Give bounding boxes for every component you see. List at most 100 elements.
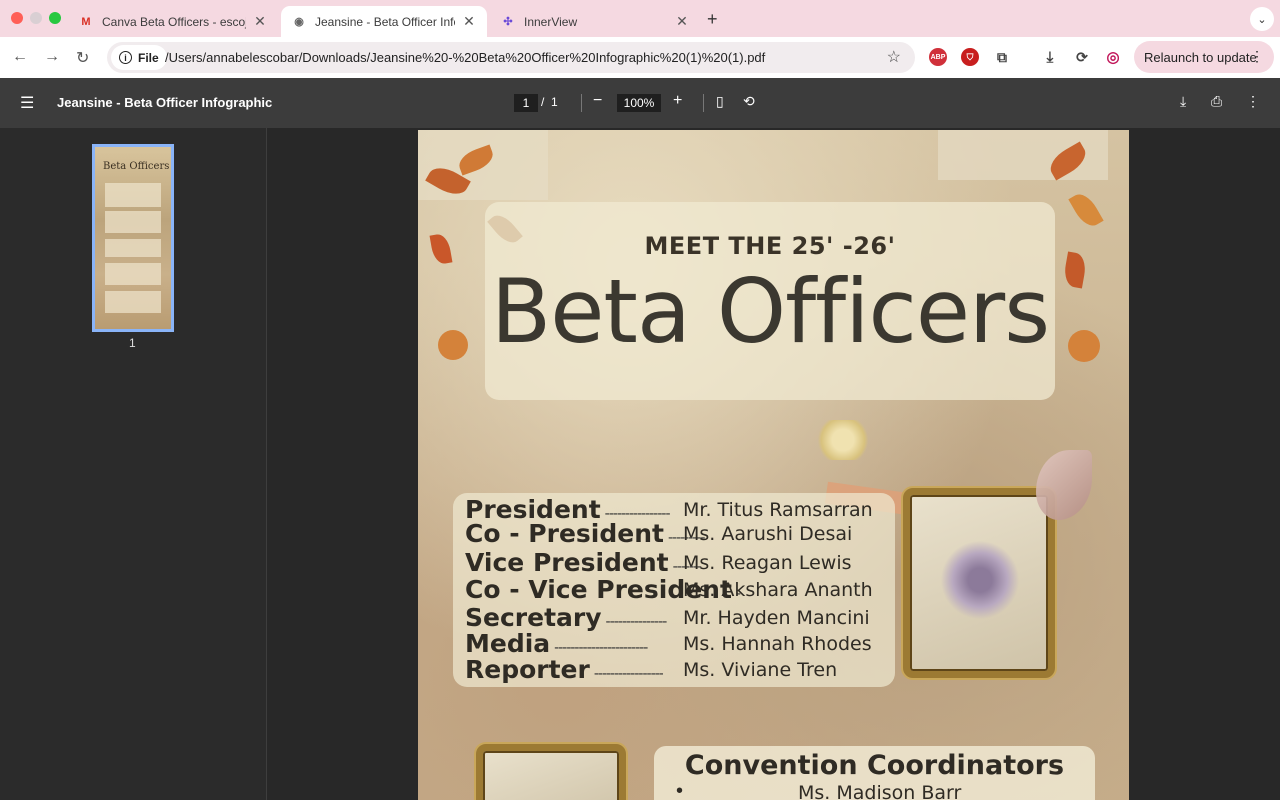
framed-botanical-illustration: [903, 488, 1055, 678]
dash-leader: ---------------: [605, 614, 668, 630]
pdf-title: Jeansine - Beta Officer Infographic: [57, 95, 273, 110]
officer-name: Ms. Akshara Ananth: [683, 579, 873, 601]
butterfly-decoration: [1036, 450, 1092, 520]
lilac-flower-image: [940, 535, 1020, 625]
address-bar[interactable]: i File /Users/annabelescobar/Downloads/J…: [107, 42, 915, 73]
back-button[interactable]: ←: [12, 48, 28, 66]
page-thumbnail[interactable]: Beta Officers: [92, 144, 174, 332]
close-tab-icon[interactable]: ✕: [674, 13, 690, 30]
zoom-in-button[interactable]: +: [673, 92, 682, 110]
thumbnail-block: [105, 183, 161, 207]
site-info-chip[interactable]: i File: [111, 45, 167, 70]
tab-canva-gmail[interactable]: M Canva Beta Officers - escojat ✕: [68, 6, 278, 37]
dash-leader: -----------------: [593, 666, 664, 682]
pdf-viewport[interactable]: MEET THE 25' -26' Beta Officers Presiden…: [268, 128, 1280, 800]
coordinators-panel: Convention Coordinators • Ms. Madison Ba…: [654, 746, 1095, 800]
gmail-icon: M: [81, 15, 91, 28]
more-menu-icon[interactable]: ⋮: [1250, 48, 1264, 65]
pdf-toolbar: ☰ Jeansine - Beta Officer Infographic 1 …: [0, 78, 1280, 128]
sidebar-menu-icon[interactable]: ☰: [20, 93, 34, 113]
thumbnail-title: Beta Officers: [103, 161, 170, 172]
print-icon[interactable]: ⎙: [1211, 93, 1222, 110]
tab-title: InnerView: [524, 14, 578, 29]
browser-toolbar: ← → ↻ i File /Users/annabelescobar/Downl…: [0, 37, 1280, 78]
bookmark-star-icon[interactable]: ☆: [887, 47, 901, 67]
thumbnail-block: [105, 239, 161, 257]
framed-butterfly-illustration: [476, 744, 626, 800]
more-options-icon[interactable]: ⋮: [1246, 93, 1260, 110]
abp-label: ABP: [930, 53, 946, 61]
maximize-window-button[interactable]: [49, 12, 61, 24]
divider: [703, 94, 704, 112]
close-window-button[interactable]: [11, 12, 23, 24]
download-icon[interactable]: ⤓: [1180, 93, 1186, 110]
relaunch-label: Relaunch to update: [1144, 49, 1257, 65]
close-tab-icon[interactable]: ✕: [461, 13, 477, 30]
relaunch-to-update-button[interactable]: Relaunch to update ⋮: [1134, 41, 1274, 73]
officer-name: Mr. Titus Ramsarran: [683, 499, 873, 521]
officer-row: Co - Vice President - Ms. Akshara Ananth: [465, 575, 873, 604]
dash-leader: -----------------------: [554, 640, 648, 656]
close-tab-icon[interactable]: ✕: [252, 13, 268, 30]
tab-innerview[interactable]: ✣ InnerView ✕: [490, 6, 700, 37]
officer-row: Vice President ------- Ms. Reagan Lewis: [465, 548, 852, 577]
chevron-down-icon: ⌄: [1257, 13, 1267, 26]
minimize-window-button[interactable]: [30, 12, 42, 24]
info-icon: i: [119, 51, 132, 64]
bullet: •: [676, 780, 684, 800]
officer-row: Reporter ----------------- Ms. Viviane Tre…: [465, 655, 837, 684]
autumn-leaf-decoration: [1062, 251, 1088, 289]
extensions-puzzle-icon[interactable]: ⧉: [993, 48, 1011, 66]
document-title: Beta Officers: [490, 260, 1050, 363]
officer-name: Ms. Aarushi Desai: [683, 523, 853, 545]
officer-name: Mr. Hayden Mancini: [683, 607, 870, 629]
thumbnail-block: [105, 263, 161, 285]
profile-avatar-icon[interactable]: ◎: [1104, 48, 1122, 66]
title-panel: MEET THE 25' -26' Beta Officers: [485, 202, 1055, 400]
tab-jeansine-pdf[interactable]: ◉ Jeansine - Beta Officer Infogr ✕: [281, 6, 487, 37]
officer-role: Co - President: [465, 519, 664, 548]
officer-row: Media ----------------------- Ms. Hannah R…: [465, 629, 872, 658]
officers-panel: President ---------------- Mr. Titus Ramsa…: [453, 493, 895, 687]
total-pages: 1: [551, 95, 558, 109]
meet-subtitle: MEET THE 25' -26': [644, 232, 896, 260]
coordinators-title: Convention Coordinators: [684, 750, 1065, 781]
officer-name: Ms. Viviane Tren: [683, 659, 838, 681]
ublock-extension-icon[interactable]: ⛉: [961, 48, 979, 66]
tab-title: Canva Beta Officers - escojat: [102, 14, 246, 29]
coordinator-name: Ms. Madison Barr: [798, 782, 962, 800]
officer-role: Vice President: [465, 548, 669, 577]
adblock-extension-icon[interactable]: ABP: [929, 48, 947, 66]
fit-page-icon[interactable]: ▯: [716, 93, 724, 110]
officer-role: Media: [465, 629, 551, 658]
pdf-page: MEET THE 25' -26' Beta Officers Presiden…: [418, 130, 1129, 800]
url-text[interactable]: /Users/annabelescobar/Downloads/Jeansine…: [165, 50, 765, 65]
globe-icon: ◉: [294, 16, 304, 28]
thumbnail-block: [105, 211, 161, 233]
rotate-icon[interactable]: ⟲: [743, 93, 755, 110]
officer-role: Reporter: [465, 655, 590, 684]
performance-icon[interactable]: ⟳: [1073, 48, 1091, 66]
autumn-leaf-decoration: [1068, 189, 1104, 231]
innerview-icon: ✣: [503, 16, 513, 28]
forward-button[interactable]: →: [44, 48, 60, 66]
zoom-level-input[interactable]: 100%: [617, 94, 661, 112]
zoom-out-button[interactable]: −: [593, 92, 602, 110]
officer-row: Secretary --------------- Mr. Hayden Manci…: [465, 603, 870, 632]
tab-title: Jeansine - Beta Officer Infogr: [315, 14, 455, 29]
reload-button[interactable]: ↻: [76, 48, 89, 68]
officer-row: Co - President --------- Ms. Aarushi Desai: [465, 519, 852, 548]
officer-name: Ms. Reagan Lewis: [683, 552, 852, 574]
page-number-input[interactable]: 1: [514, 94, 538, 112]
officer-name: Ms. Hannah Rhodes: [683, 633, 872, 655]
page-count: / 1: [541, 95, 558, 109]
flower-decoration: [438, 330, 468, 360]
divider: [581, 94, 582, 112]
downloads-icon[interactable]: ⤓: [1041, 48, 1059, 66]
thumbnail-block: [105, 291, 161, 313]
autumn-leaf-decoration: [429, 232, 453, 266]
flower-decoration: [1068, 330, 1100, 362]
tab-search-button[interactable]: ⌄: [1250, 7, 1274, 31]
new-tab-button[interactable]: +: [707, 9, 718, 30]
thumbnail-sidebar: Beta Officers 1: [0, 128, 267, 800]
